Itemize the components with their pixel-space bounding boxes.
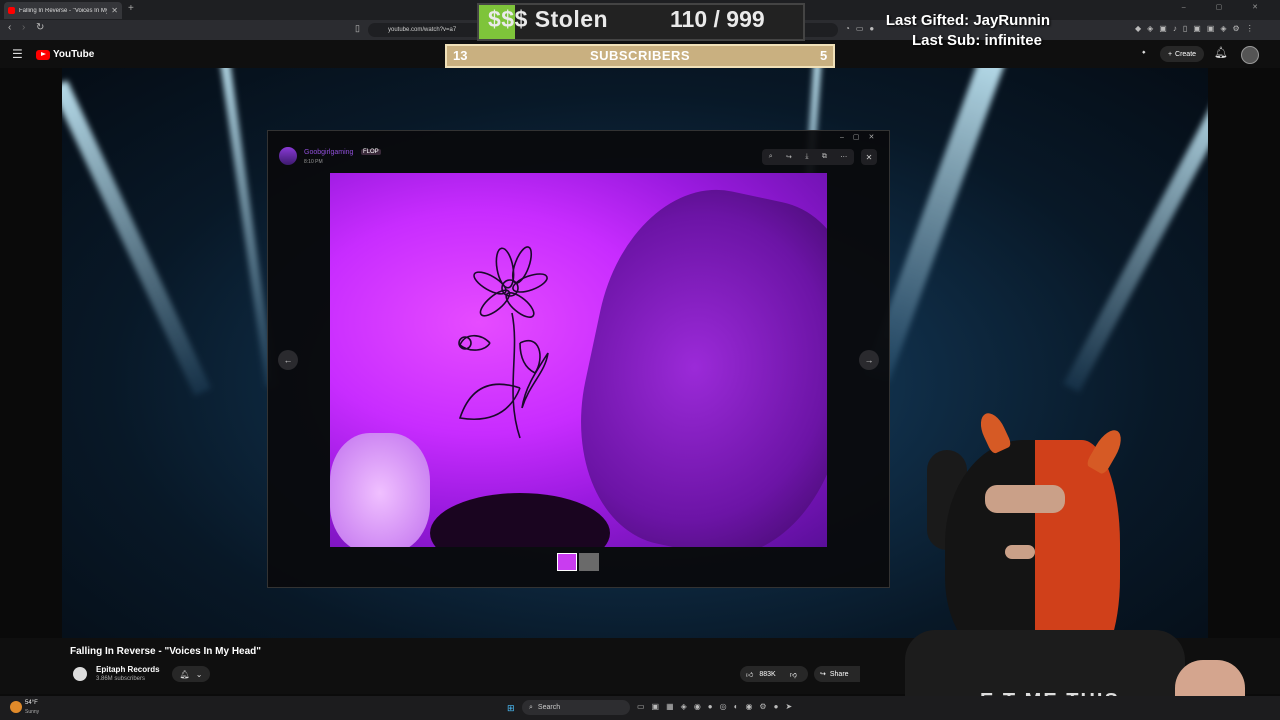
tab-title: Falling In Reverse - "Voices In My Head" (19, 7, 107, 14)
taskbar-app-icons[interactable]: ▭▣▦◈◉●◎◐◉⚙●➤ (637, 702, 799, 711)
subscribers-right-count: 5 (820, 48, 828, 63)
viewer-window-controls[interactable]: –▢✕ (840, 133, 883, 141)
create-label: Create (1175, 50, 1197, 58)
download-icon[interactable]: ⤓ (805, 153, 808, 161)
next-image-icon[interactable]: → (859, 350, 879, 370)
toolbar-icons[interactable]: ◆◈▣♪▯▣▣◈⚙⋮ (1135, 24, 1260, 33)
poster-avatar[interactable] (279, 147, 297, 165)
taskbar-search-placeholder: Search (537, 704, 561, 711)
new-tab-button[interactable]: + (128, 3, 134, 14)
last-gifted-text: Last Gifted: JayRunnin (885, 12, 1050, 29)
subscribed-bell-button[interactable]: 🔔︎ ⌄ (172, 666, 210, 682)
thumbnail-2[interactable] (579, 553, 599, 571)
notifications-bell-icon[interactable]: 🔔︎ (1214, 46, 1228, 59)
poster-badge: FLOP (361, 149, 381, 155)
stage-light-beam (62, 80, 212, 396)
bookmark-icon[interactable]: ▯ (355, 23, 360, 34)
taskbar-search[interactable]: ⌕ Search (522, 700, 630, 715)
youtube-favicon-icon (8, 7, 15, 14)
share-label: Share (829, 670, 849, 678)
weather-temp: 54°F (25, 700, 38, 706)
last-sub-text: Last Sub: infinitee (911, 32, 1042, 49)
weather-condition: Sunny (25, 709, 40, 715)
forward-icon[interactable]: › (22, 22, 25, 33)
forward-share-icon[interactable]: ↪ (786, 153, 792, 161)
youtube-logo-text: YouTube (53, 49, 95, 60)
thumbnail-1[interactable] (557, 553, 577, 571)
open-external-icon[interactable]: ⧉ (822, 153, 827, 161)
viewer-toolbar: ⌕ ↪ ⤓ ⧉ ⋯ (762, 149, 854, 165)
channel-name[interactable]: Epitaph Records (96, 665, 160, 674)
left-gutter (0, 68, 62, 638)
plus-icon: + (1167, 50, 1173, 58)
menu-icon[interactable]: ☰ (12, 47, 23, 61)
start-windows-icon[interactable]: ⊞ (507, 703, 515, 714)
more-icon[interactable]: ⋯ (840, 153, 847, 161)
streamer-webcam (905, 400, 1280, 720)
zoom-icon[interactable]: ⌕ (769, 153, 773, 161)
url-text: youtube.com/watch?v=a7 (388, 27, 457, 33)
stolen-goal-count: 110 / 999 (670, 6, 765, 32)
subscribers-label: SUBSCRIBERS (589, 48, 691, 63)
user-avatar[interactable] (1241, 46, 1259, 64)
youtube-play-icon (36, 49, 50, 60)
reload-icon[interactable]: ↻ (36, 22, 44, 33)
browser-tab[interactable]: Falling In Reverse - "Voices In My Head"… (4, 2, 122, 19)
tattoo-photo (330, 173, 827, 547)
share-button[interactable]: ↪ Share (814, 666, 860, 682)
share-icon: ↪ (820, 671, 826, 678)
flower-tattoo-drawing (458, 246, 549, 439)
post-time: 8:10 PM (304, 159, 323, 165)
close-tab-icon[interactable]: ✕ (111, 6, 118, 15)
create-button[interactable]: + Create (1160, 46, 1204, 62)
like-button[interactable]: 👍︎ 883K 👎︎ (740, 666, 808, 682)
back-icon[interactable]: ‹ (8, 22, 11, 33)
weather-sun-icon[interactable] (10, 701, 22, 713)
stolen-goal-label: $$$ Stolen (488, 6, 609, 32)
thumbs-down-icon[interactable]: 👎︎ (790, 670, 797, 679)
window-controls[interactable]: – ▢ ✕ (1182, 3, 1272, 11)
chevron-down-icon: ⌄ (195, 669, 203, 679)
stage-light-beam (1063, 83, 1208, 393)
youtube-logo[interactable]: YouTube (36, 49, 94, 60)
like-count: 883K (759, 670, 776, 678)
video-title: Falling In Reverse - "Voices In My Head" (70, 646, 262, 657)
extension-icons[interactable]: ◔▭● (845, 24, 880, 33)
bell-icon: 🔔︎ (179, 669, 190, 679)
search-icon: ⌕ (529, 703, 533, 711)
thumbs-up-icon: 👍︎ (746, 671, 754, 679)
previous-image-icon[interactable]: ← (278, 350, 298, 370)
channel-subscriber-count: 3.86M subscribers (96, 676, 146, 682)
channel-avatar[interactable] (73, 667, 87, 681)
viewer-close-icon[interactable]: ✕ (861, 149, 877, 165)
poster-username[interactable]: Goobgirlgaming (304, 149, 353, 156)
cast-icon[interactable]: ⬩ (1142, 47, 1146, 58)
